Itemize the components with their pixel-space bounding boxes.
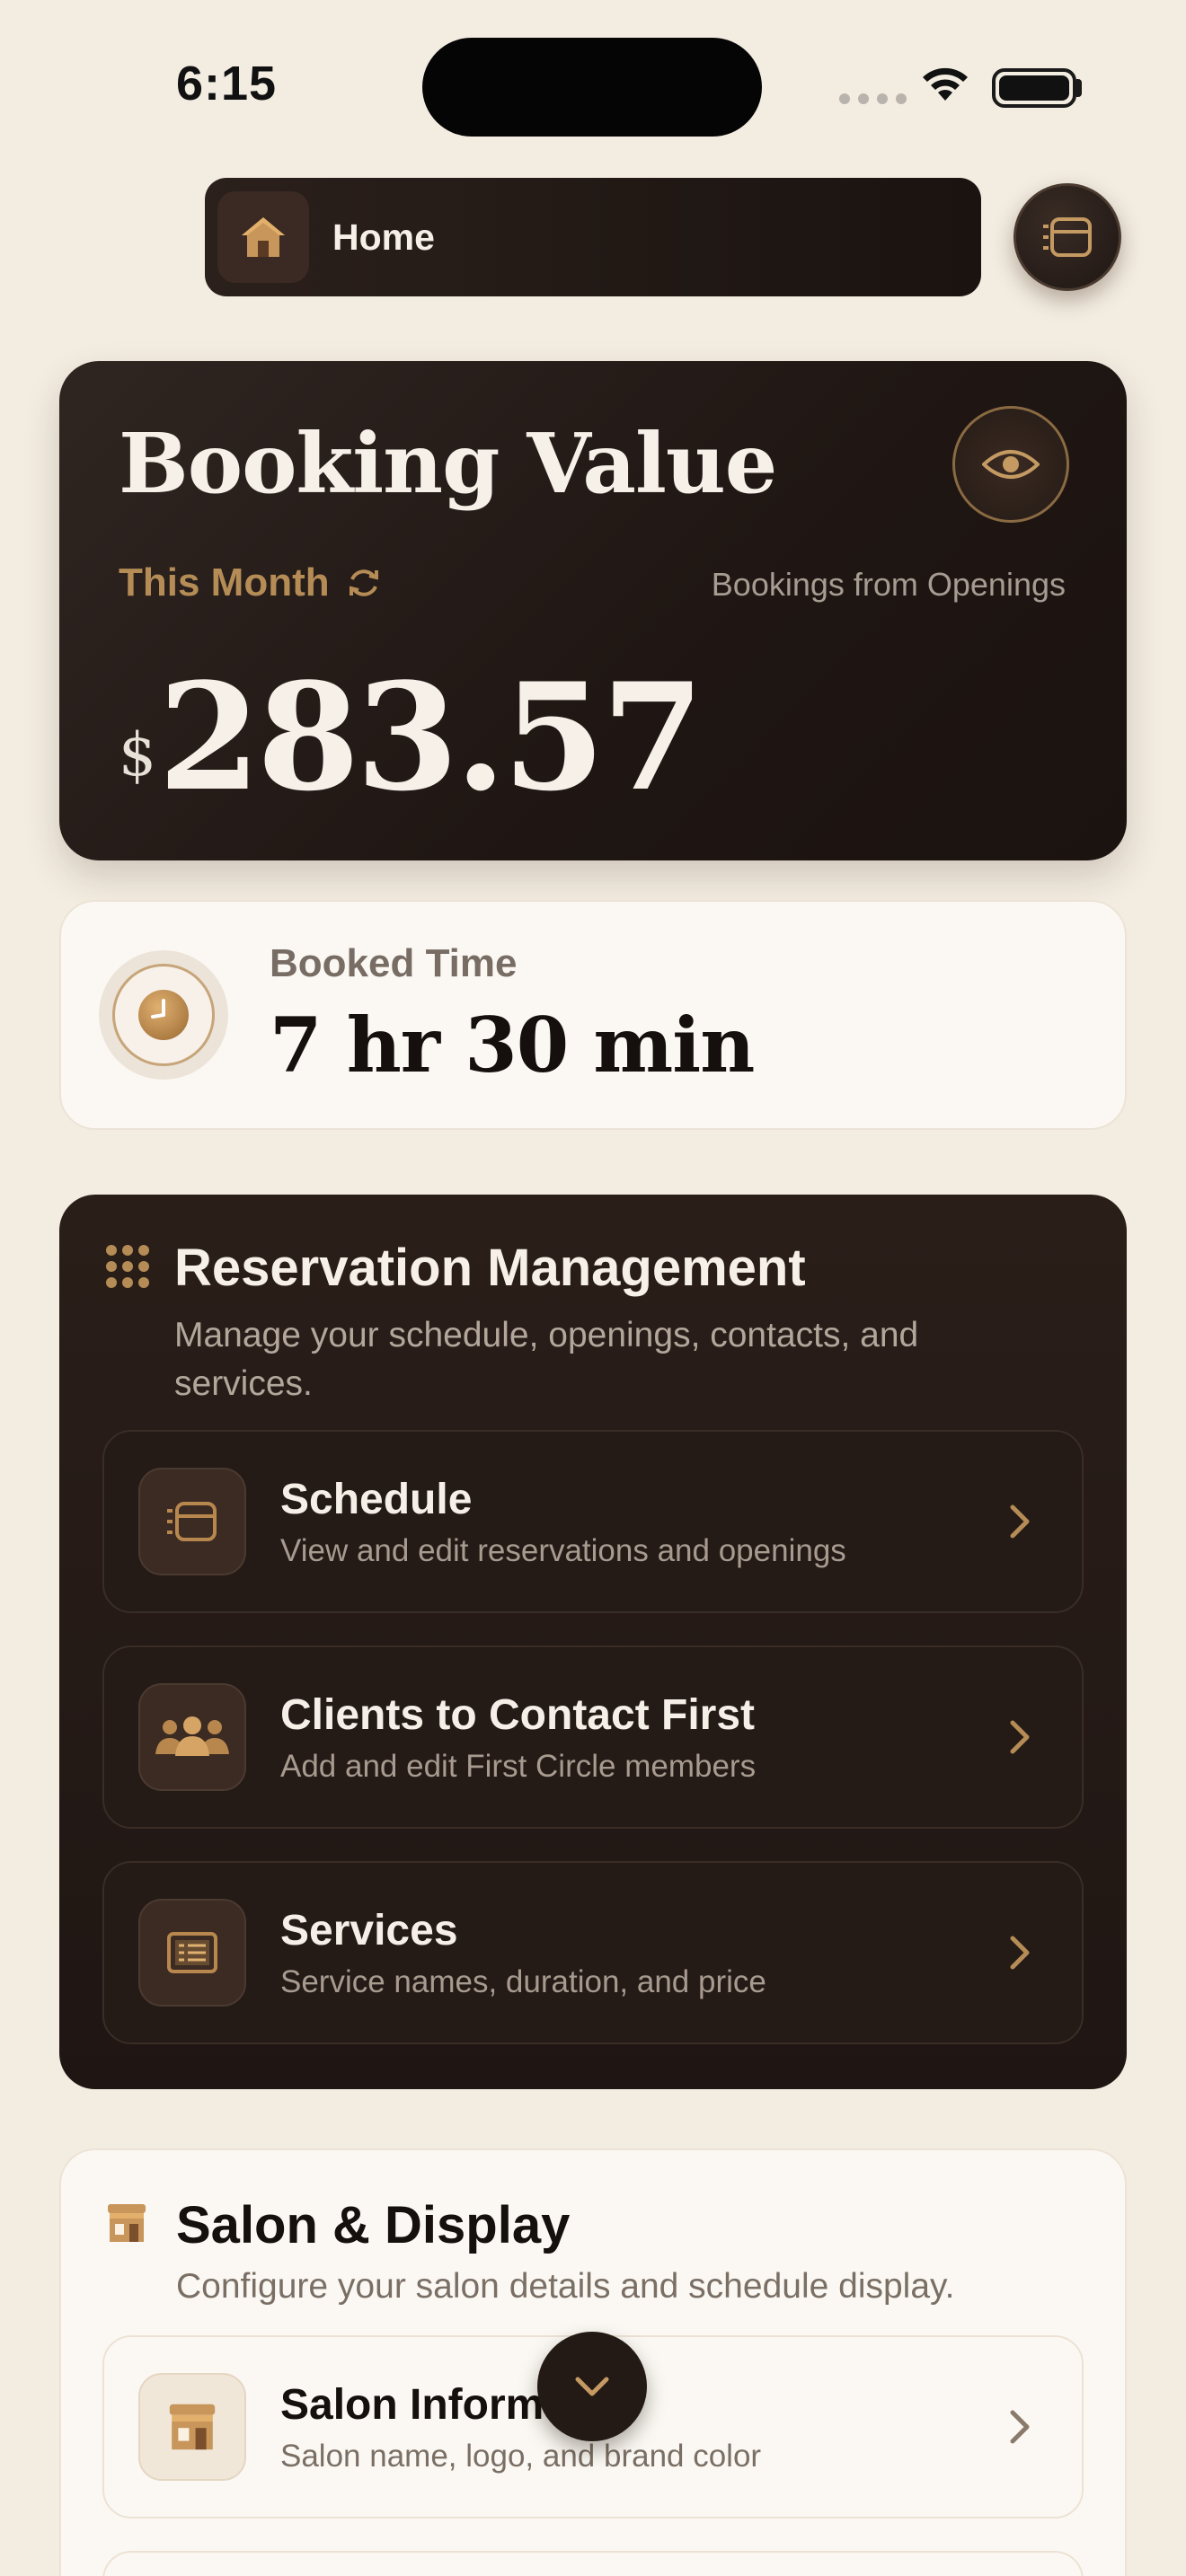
next-row-partial[interactable]	[102, 2551, 1084, 2576]
section-title: Salon & Display	[176, 2196, 571, 2254]
chevron-down-icon	[575, 2377, 609, 2396]
service-list-icon	[138, 1899, 246, 2007]
clock-icon	[99, 950, 228, 1080]
schedule-row[interactable]: Schedule View and edit reservations and …	[102, 1430, 1084, 1613]
chevron-right-icon	[997, 2409, 1042, 2445]
row-title: Schedule	[280, 1475, 473, 1523]
period-selector[interactable]: This Month	[119, 560, 382, 605]
cellular-signal-icon	[839, 93, 907, 104]
battery-icon	[992, 68, 1076, 108]
row-title: Clients to Contact First	[280, 1690, 756, 1739]
refresh-icon	[349, 569, 378, 596]
home-nav-label: Home	[332, 216, 435, 258]
toggle-visibility-button[interactable]	[952, 406, 1069, 523]
booking-source-label: Bookings from Openings	[711, 566, 1066, 603]
row-title: Services	[280, 1906, 458, 1954]
currency-symbol: $	[119, 720, 156, 790]
section-title: Reservation Management	[174, 1239, 806, 1297]
services-row[interactable]: Services Service names, duration, and pr…	[102, 1861, 1084, 2044]
eye-icon	[982, 450, 1040, 479]
home-nav-pill[interactable]: Home	[205, 178, 981, 296]
clients-contact-row[interactable]: Clients to Contact First Add and edit Fi…	[102, 1645, 1084, 1829]
schedule-shortcut-button[interactable]	[1013, 183, 1121, 291]
chevron-right-icon	[997, 1719, 1042, 1755]
chevron-right-icon	[997, 1504, 1042, 1539]
period-label: This Month	[119, 560, 330, 604]
storefront-icon	[138, 2373, 246, 2481]
row-subtitle: Salon name, logo, and brand color	[280, 2438, 762, 2474]
section-description: Manage your schedule, openings, contacts…	[174, 1316, 919, 1403]
grid-icon	[106, 1245, 149, 1288]
booked-time-value: 7 hr 30 min	[270, 1001, 755, 1090]
dynamic-island	[422, 38, 762, 137]
row-subtitle: View and edit reservations and openings	[280, 1532, 846, 1568]
row-subtitle: Add and edit First Circle members	[280, 1748, 757, 1784]
people-icon	[138, 1683, 246, 1791]
status-time: 6:15	[176, 57, 278, 110]
schedule-icon	[1043, 217, 1092, 257]
home-icon	[217, 191, 309, 283]
chevron-right-icon	[997, 1935, 1042, 1971]
schedule-icon	[138, 1468, 246, 1575]
battery-cap	[1076, 79, 1082, 97]
booking-value-amount: 283.57	[158, 650, 704, 824]
booked-time-label: Booked Time	[270, 941, 518, 985]
scroll-down-button[interactable]	[537, 2332, 647, 2441]
row-subtitle: Service names, duration, and price	[280, 1963, 766, 1999]
wifi-icon	[923, 67, 968, 101]
storefront-icon	[108, 2204, 146, 2242]
section-description: Configure your salon details and schedul…	[176, 2267, 955, 2306]
booking-value-title: Booking Value	[119, 415, 777, 512]
